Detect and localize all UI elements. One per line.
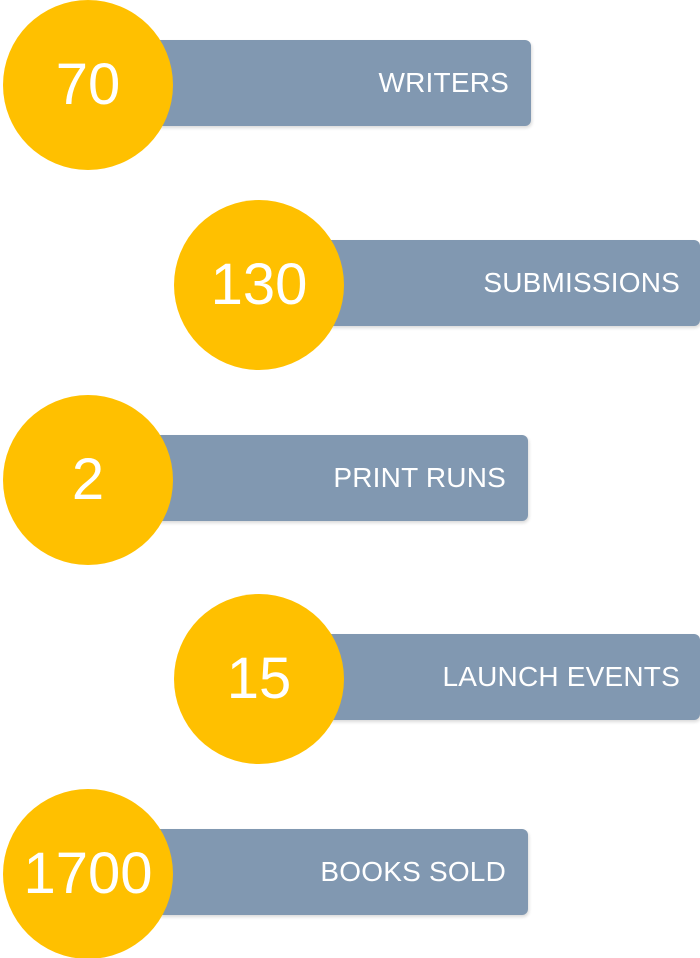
stat-value: 70 [55,52,121,117]
stat-item-submissions: SUBMISSIONS 130 [174,200,700,380]
stat-item-writers: WRITERS 70 [3,0,531,180]
stat-value: 15 [226,646,292,711]
stat-label: PRINT RUNS [333,462,506,493]
stat-label-box: SUBMISSIONS [319,240,700,326]
stat-value: 130 [210,252,308,317]
stat-value-circle: 2 [3,395,173,565]
stats-infographic: WRITERS 70 SUBMISSIONS 130 PRINT RUNS 2 … [0,0,700,958]
stat-label-box: BOOKS SOLD [148,829,528,915]
stat-label-box: WRITERS [148,40,531,126]
stat-label: LAUNCH EVENTS [442,661,680,692]
stat-item-launch-events: LAUNCH EVENTS 15 [174,594,700,774]
stat-value-circle: 15 [174,594,344,764]
stat-item-books-sold: BOOKS SOLD 1700 [3,789,528,958]
stat-value: 2 [71,447,105,512]
stat-value-circle: 130 [174,200,344,370]
stat-value: 1700 [23,841,153,906]
stat-label-box: PRINT RUNS [148,435,528,521]
stat-label: BOOKS SOLD [320,856,506,887]
stat-label: WRITERS [378,67,509,98]
stat-label: SUBMISSIONS [483,267,680,298]
stat-value-circle: 70 [3,0,173,170]
stat-item-print-runs: PRINT RUNS 2 [3,395,528,575]
stat-label-box: LAUNCH EVENTS [319,634,700,720]
stat-value-circle: 1700 [3,789,173,958]
